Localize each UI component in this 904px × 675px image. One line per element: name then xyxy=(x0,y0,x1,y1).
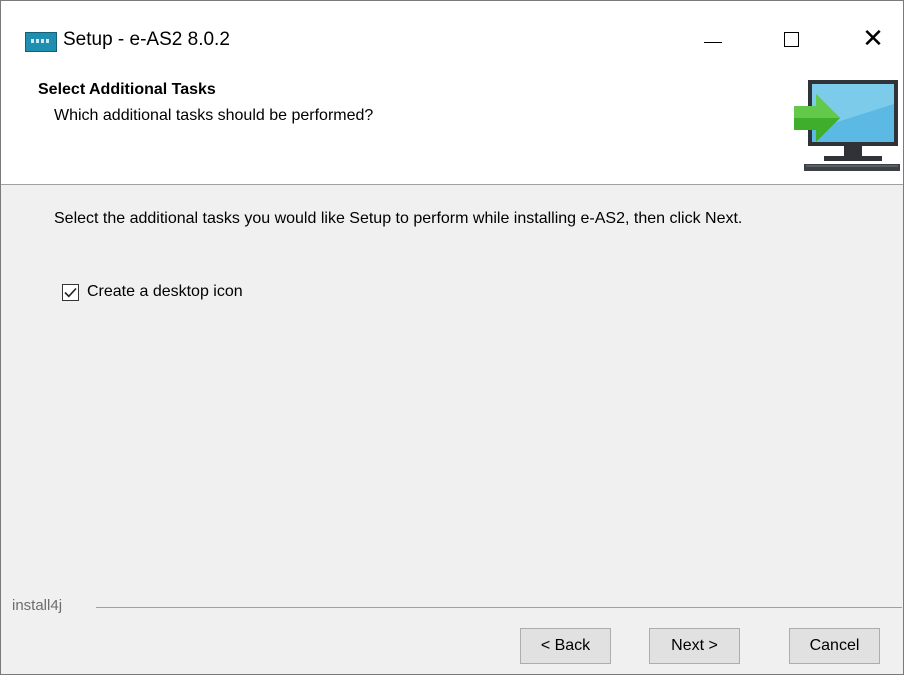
close-icon: ✕ xyxy=(862,24,884,54)
checkmark-icon xyxy=(64,287,77,297)
close-button[interactable]: ✕ xyxy=(843,17,903,61)
minimize-button[interactable] xyxy=(683,17,743,61)
install-to-computer-icon xyxy=(794,80,900,171)
page-title: Select Additional Tasks xyxy=(38,81,216,98)
installer-app-icon xyxy=(25,32,57,52)
minimize-icon xyxy=(704,41,722,43)
setup-window: Setup - e-AS2 8.0.2 ✕ Select Additional … xyxy=(0,0,904,675)
footer-divider xyxy=(96,607,902,608)
title-bar[interactable]: Setup - e-AS2 8.0.2 ✕ xyxy=(1,1,903,61)
installer-brand: install4j xyxy=(12,597,71,614)
wizard-header: Select Additional Tasks Which additional… xyxy=(1,61,903,185)
back-button[interactable]: < Back xyxy=(520,628,611,664)
page-subtitle: Which additional tasks should be perform… xyxy=(54,107,374,124)
task-label[interactable]: Create a desktop icon xyxy=(87,283,243,301)
task-description: Select the additional tasks you would li… xyxy=(54,210,743,227)
maximize-icon xyxy=(783,31,799,47)
window-title: Setup - e-AS2 8.0.2 xyxy=(63,29,230,50)
desktop-icon-checkbox[interactable] xyxy=(62,283,79,301)
cancel-button[interactable]: Cancel xyxy=(789,628,880,664)
desktop-icon-task[interactable]: Create a desktop icon xyxy=(62,280,243,304)
next-button[interactable]: Next > xyxy=(649,628,740,664)
maximize-button[interactable] xyxy=(761,17,821,61)
